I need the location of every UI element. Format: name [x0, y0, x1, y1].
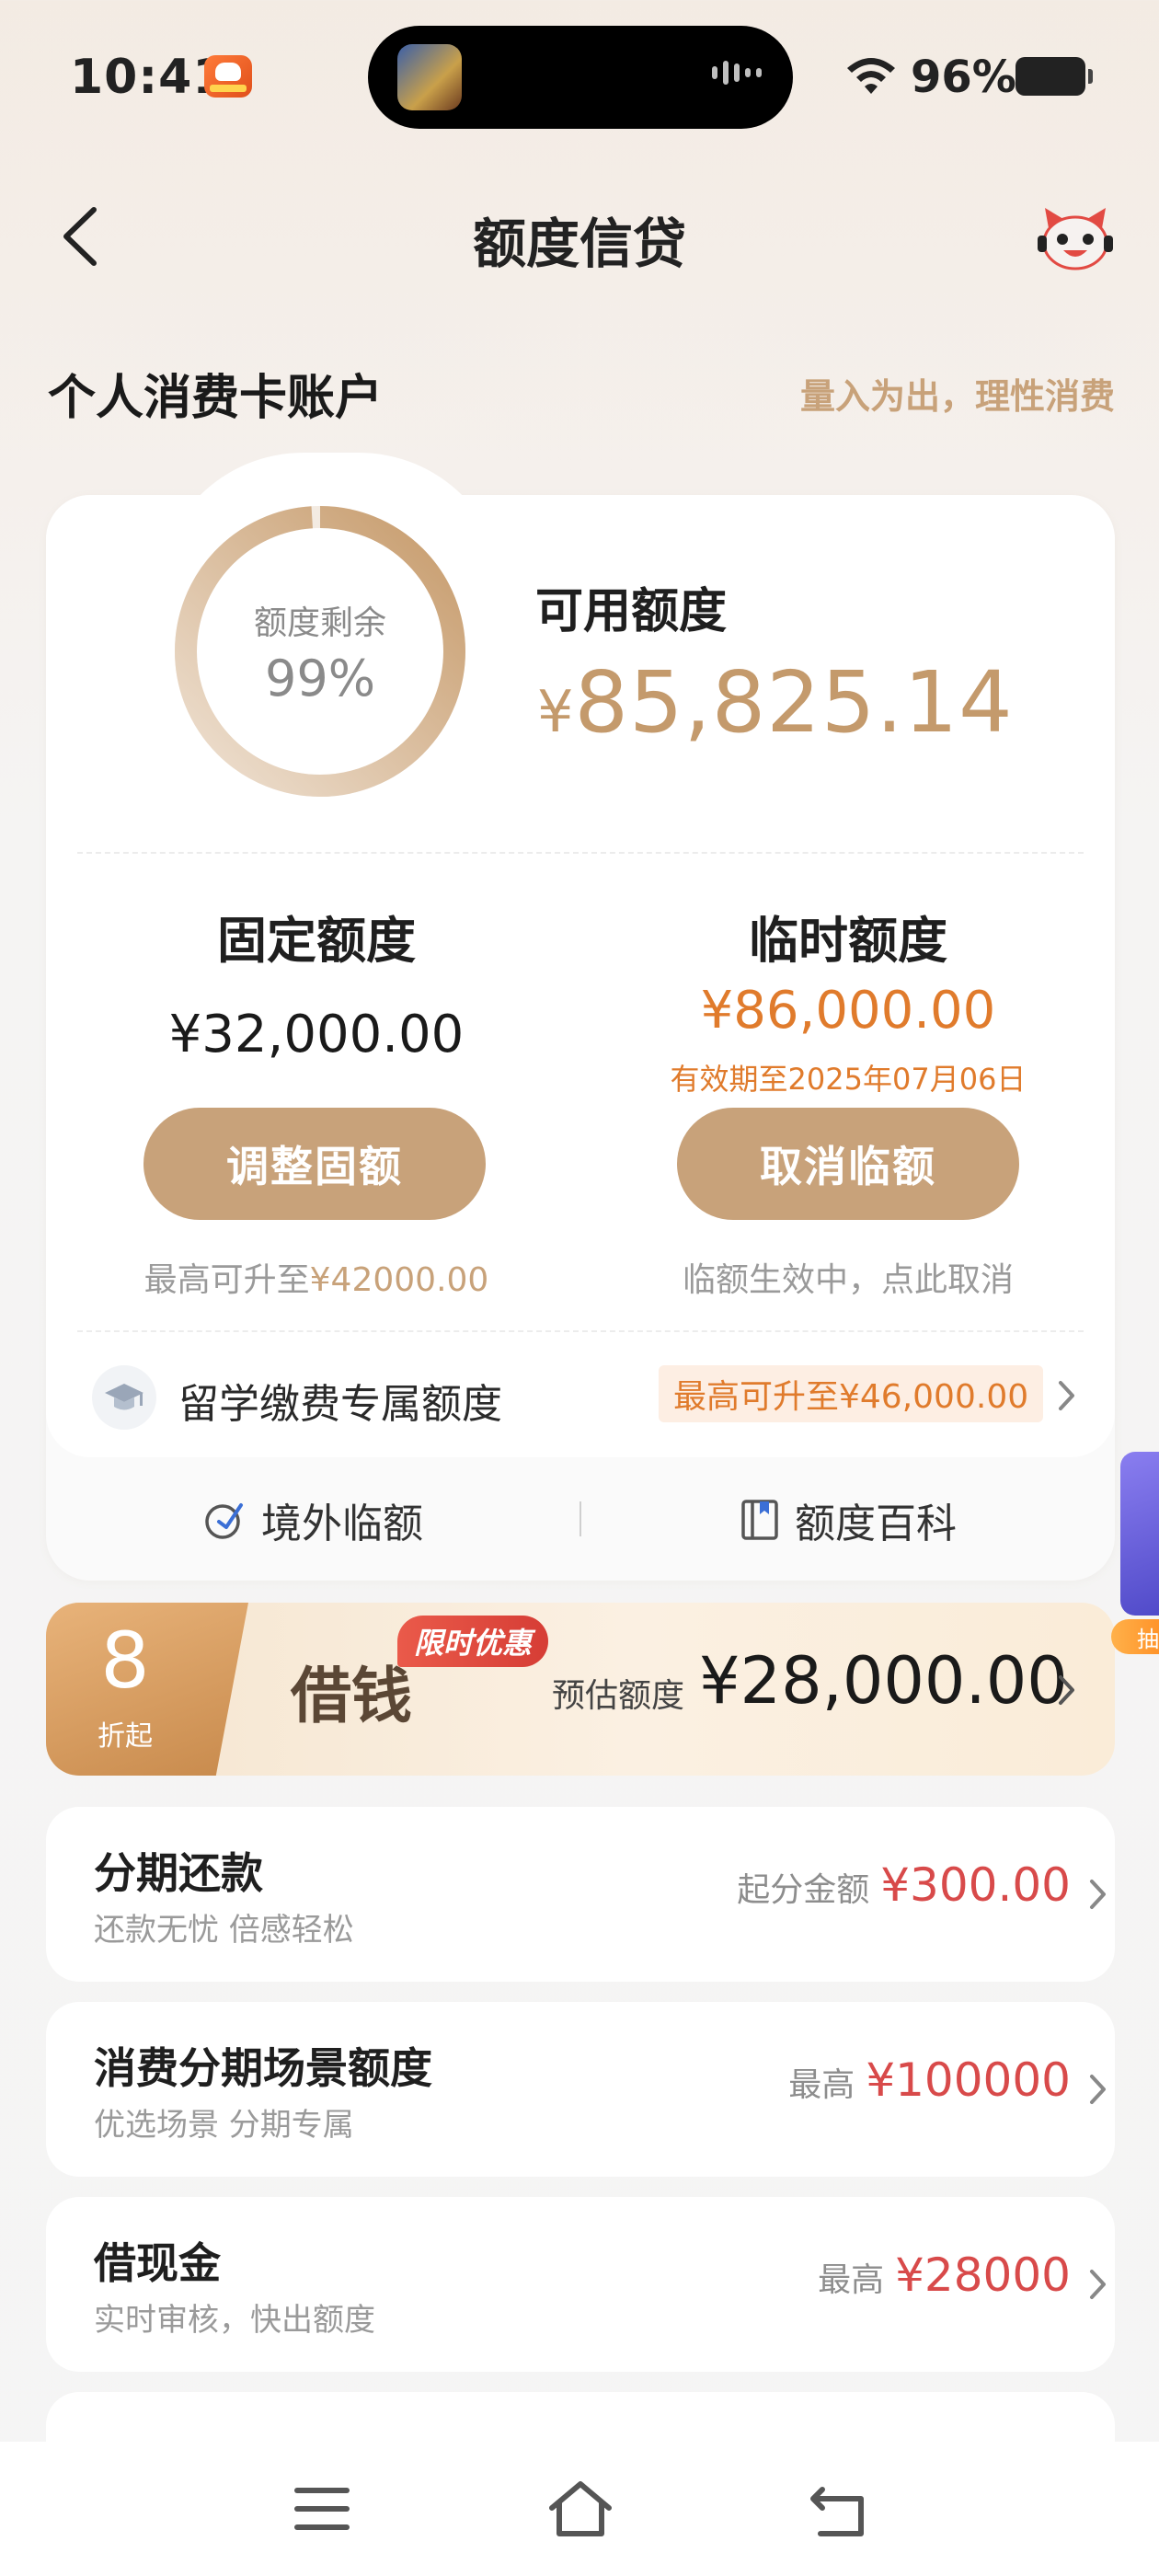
list-item-value: 最高 ¥100000	[788, 2053, 1071, 2107]
floating-phone-widget[interactable]	[1120, 1452, 1159, 1616]
currency-symbol: ¥	[537, 678, 575, 745]
list-item-value-label: 最高	[788, 2066, 855, 2104]
list-item-value: 起分金额 ¥300.00	[737, 1858, 1071, 1912]
system-navigation-bar	[0, 2442, 1159, 2576]
book-icon	[741, 1500, 778, 1540]
back-nav-icon[interactable]	[808, 2482, 868, 2537]
list-item-amount: ¥100000	[866, 2053, 1071, 2107]
floating-widget-tag[interactable]: 抽	[1111, 1619, 1159, 1654]
credit-wiki-link[interactable]: 额度百科	[740, 1490, 957, 1549]
estimated-credit-value: ¥28,000.00	[699, 1643, 1068, 1719]
list-item-subtitle: 还款无忧 倍感轻松	[94, 1912, 354, 1949]
cancel-temp-button[interactable]: 取消临额	[677, 1108, 1019, 1220]
adjust-fixed-button[interactable]: 调整固额	[143, 1108, 486, 1220]
battery-percent: 96%	[911, 52, 1016, 103]
borrow-title: 借钱	[291, 1660, 412, 1731]
ring-percent: 99%	[264, 650, 376, 707]
graduation-cap-icon	[92, 1365, 156, 1430]
audio-wave-icon	[712, 61, 762, 85]
fixed-hint-value: ¥42000.00	[309, 1261, 489, 1299]
temp-credit-title: 临时额度	[749, 912, 947, 970]
temp-credit-expiry: 有效期至2025年07月06日	[670, 1062, 1027, 1097]
available-amount-value: 85,825.14	[574, 653, 1014, 752]
dynamic-island[interactable]	[368, 26, 793, 129]
temp-credit-amount: ¥86,000.00	[700, 981, 996, 1041]
fixed-credit-title: 固定额度	[217, 912, 416, 970]
fixed-credit-amount: ¥32,000.00	[168, 1005, 465, 1064]
account-slogan: 量入为出，理性消费	[799, 376, 1115, 417]
globe-plane-icon	[205, 1503, 243, 1539]
fixed-hint-prefix: 最高可升至	[143, 1261, 310, 1299]
list-item-subtitle: 优选场景 分期专属	[94, 2107, 354, 2144]
divider	[580, 1501, 581, 1536]
menu-icon[interactable]	[293, 2484, 351, 2534]
game-app-icon	[397, 44, 462, 110]
limited-offer-badge: 限时优惠	[397, 1616, 549, 1667]
page-title: 额度信贷	[472, 213, 686, 275]
list-item-title: 分期还款	[94, 1848, 263, 1898]
discount-suffix: 折起	[98, 1720, 153, 1753]
list-item-value-label: 最高	[818, 2261, 885, 2299]
account-title: 个人消费卡账户	[48, 371, 384, 426]
mascot-service-icon[interactable]	[1038, 204, 1113, 272]
list-item-value: 最高 ¥28000	[818, 2248, 1071, 2302]
home-icon[interactable]	[546, 2478, 614, 2539]
study-abroad-credit-label[interactable]: 留学缴费专属额度	[178, 1371, 502, 1430]
chevron-right-icon	[1059, 1381, 1074, 1410]
discount-number: 8	[100, 1616, 150, 1706]
list-item-subtitle: 实时审核，快出额度	[94, 2302, 375, 2339]
credit-wiki-label: 额度百科	[795, 1501, 957, 1547]
study-abroad-tag: 最高可升至¥46,000.00	[659, 1365, 1044, 1422]
list-item-title: 借现金	[94, 2238, 221, 2288]
overseas-temp-label: 境外临额	[261, 1501, 423, 1547]
list-item-amount: ¥300.00	[880, 1858, 1071, 1912]
chevron-right-icon	[1059, 1675, 1074, 1705]
overseas-temp-link[interactable]: 境外临额	[202, 1490, 423, 1549]
divider	[77, 852, 1084, 854]
list-item-amount: ¥28000	[895, 2248, 1071, 2302]
status-time: 10:41	[70, 50, 227, 105]
list-item-title: 消费分期场景额度	[94, 2043, 432, 2093]
wifi-icon	[847, 58, 895, 94]
available-label: 可用额度	[535, 584, 728, 639]
chevron-right-icon	[1090, 2075, 1106, 2104]
estimated-credit-label: 预估额度	[552, 1677, 685, 1715]
battery-icon	[1016, 57, 1093, 96]
temp-hint[interactable]: 临额生效中，点此取消	[600, 1253, 1096, 1301]
divider	[77, 1330, 1084, 1332]
list-item-value-label: 起分金额	[737, 1871, 870, 1909]
ring-label: 额度剩余	[253, 604, 386, 642]
chevron-right-icon	[1090, 2270, 1106, 2299]
notification-app-icon	[204, 55, 252, 98]
available-amount: ¥85,825.14	[537, 653, 1014, 752]
chevron-right-icon	[1090, 1880, 1106, 1909]
fixed-hint[interactable]: 最高可升至¥42000.00	[68, 1253, 565, 1301]
